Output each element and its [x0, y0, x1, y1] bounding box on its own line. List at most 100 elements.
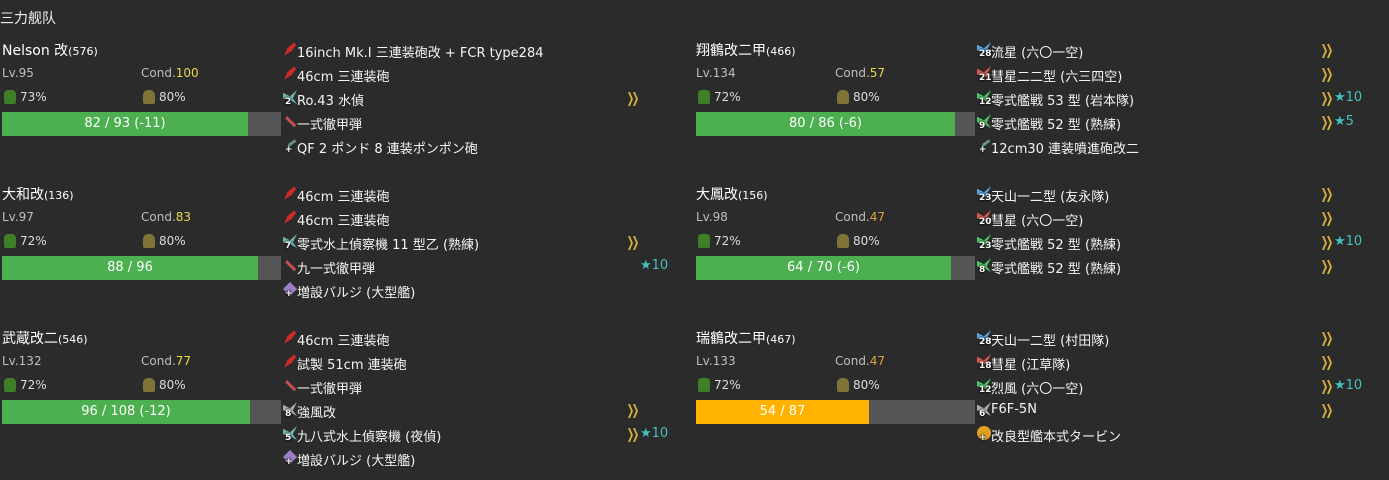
equipment-slot[interactable]: 20 彗星 (六〇一空): [977, 208, 1377, 230]
equipment-name: QF 2 ポンド 8 連装ポンポン砲: [297, 142, 478, 157]
equipment-slot[interactable]: 46cm 三連装砲: [283, 184, 683, 206]
gun-icon: [284, 210, 297, 224]
ship-name[interactable]: 瑞鶴改二甲(467): [696, 328, 796, 348]
equipment-name: 彗星二二型 (六三四空): [991, 70, 1123, 85]
equipment-slot[interactable]: 18 彗星 (江草隊): [977, 352, 1377, 374]
slot-count-badge: 6: [979, 409, 986, 419]
equipment-slot[interactable]: + 増設バルジ (大型艦): [283, 280, 683, 302]
ship-ammo: 80%: [837, 234, 880, 248]
equipment-name: 強風改: [297, 406, 337, 421]
equipment-slot[interactable]: 23 天山一二型 (友永隊): [977, 184, 1377, 206]
condition-value: 100: [175, 66, 199, 80]
equipment-slot[interactable]: + QF 2 ポンド 8 連装ポンポン砲: [283, 136, 683, 158]
equipment-slot[interactable]: 九一式徹甲弾 ★10: [283, 256, 683, 278]
gun-icon: [284, 330, 297, 344]
ammo-value: 80%: [159, 90, 186, 104]
fleet-column-2: 翔鶴改二甲(466) Lv.134 Cond.57 72% 80% 80 / 86 (-6…: [694, 0, 1388, 480]
proficiency-chevron-icon: [1322, 92, 1334, 106]
equipment-slot[interactable]: 一式徹甲弾: [283, 376, 683, 398]
equipment-slot[interactable]: 16inch Mk.I 三連装砲改 + FCR type284: [283, 40, 683, 62]
equipment-name: 天山一二型 (村田隊): [991, 334, 1110, 349]
proficiency-chevron-icon: [1322, 116, 1334, 130]
equipment-slot[interactable]: 23 零式艦戦 52 型 (熟練) ★10: [977, 232, 1377, 254]
equipment-slot[interactable]: 5 九八式水上偵察機 (夜偵) ★10: [283, 424, 683, 446]
equipment-name: 一式徹甲弾: [297, 382, 363, 397]
proficiency-chevron-icon: [1322, 404, 1334, 418]
equipment-name: 増設バルジ (大型艦): [297, 286, 416, 301]
slot-count-badge: 18: [979, 361, 992, 371]
ship-fuel: 72%: [698, 90, 741, 104]
improvement-star: ★10: [640, 258, 669, 273]
equipment-slot[interactable]: 28 流星 (六〇一空): [977, 40, 1377, 62]
gun-icon: [284, 186, 297, 200]
slot-count-badge: +: [979, 145, 987, 155]
equipment-name: 46cm 三連装砲: [297, 190, 390, 205]
equipment-slot[interactable]: 8 強風改: [283, 400, 683, 422]
condition-label: Cond.: [835, 210, 870, 224]
slot-count-badge: 12: [979, 385, 992, 395]
ammo-icon: [837, 378, 849, 392]
equipment-slot[interactable]: 46cm 三連装砲: [283, 328, 683, 350]
proficiency-chevron-icon: [628, 428, 640, 442]
gun-icon: [284, 66, 297, 80]
ship-level: Lv.98: [696, 210, 728, 224]
ship-fuel: 73%: [4, 90, 47, 104]
equipment-name: 彗星 (江草隊): [991, 358, 1071, 373]
improvement-star: ★5: [1334, 114, 1354, 129]
equipment-slot[interactable]: 7 零式水上偵察機 11 型乙 (熟練): [283, 232, 683, 254]
fuel-value: 72%: [714, 90, 741, 104]
equipment-slot[interactable]: 2 Ro.43 水偵: [283, 88, 683, 110]
equipment-name: 流星 (六〇一空): [991, 46, 1084, 61]
fuel-icon: [698, 234, 710, 248]
equipment-slot[interactable]: 12 零式艦戦 53 型 (岩本隊) ★10: [977, 88, 1377, 110]
equipment-name: 零式艦戦 52 型 (熟練): [991, 118, 1122, 133]
shell-icon: [285, 116, 297, 128]
slot-count-badge: 9: [979, 121, 986, 131]
equipment-slot[interactable]: +12cm30 連装噴進砲改二: [977, 136, 1377, 158]
equipment-name: 彗星 (六〇一空): [991, 214, 1084, 229]
shell-icon: [285, 260, 297, 272]
equipment-slot[interactable]: 28 天山一二型 (村田隊): [977, 328, 1377, 350]
equipment-slot[interactable]: 46cm 三連装砲: [283, 64, 683, 86]
ship-fuel: 72%: [4, 378, 47, 392]
ship-condition: Cond.47: [835, 210, 885, 224]
ship-name[interactable]: Nelson 改(576): [2, 40, 98, 60]
equipment-name: 16inch Mk.I 三連装砲改 + FCR type284: [297, 46, 544, 61]
proficiency-chevron-icon: [628, 92, 640, 106]
hp-bar: 96 / 108 (-12): [2, 400, 281, 424]
equipment-slot[interactable]: + 増設バルジ (大型艦): [283, 448, 683, 470]
equipment-slot[interactable]: 試製 51cm 連装砲: [283, 352, 683, 374]
ship-name[interactable]: 翔鶴改二甲(466): [696, 40, 796, 60]
equipment-slot[interactable]: 6 F6F-5N: [977, 400, 1377, 422]
hp-bar: 54 / 87: [696, 400, 975, 424]
ship-fuel: 72%: [698, 378, 741, 392]
condition-value: 47: [869, 210, 886, 224]
ship-fuel: 72%: [698, 234, 741, 248]
ship-name-text: 翔鶴改二甲: [696, 43, 766, 59]
ship-card: 武蔵改二(546) Lv.132 Cond.77 72% 80% 96 / 108 (-1…: [0, 328, 694, 470]
improvement-star: ★10: [1334, 234, 1363, 249]
equipment-slot[interactable]: 9 零式艦戦 52 型 (熟練) ★5: [977, 112, 1377, 134]
ammo-value: 80%: [159, 234, 186, 248]
hp-text: 88 / 96: [107, 260, 153, 275]
ship-name[interactable]: 大鳳改(156): [696, 184, 768, 204]
proficiency-chevron-icon: [1322, 44, 1334, 58]
ship-level: Lv.95: [2, 66, 34, 80]
ship-name[interactable]: 大和改(136): [2, 184, 74, 204]
fuel-value: 72%: [20, 234, 47, 248]
equipment-slot[interactable]: 12 烈風 (六〇一空) ★10: [977, 376, 1377, 398]
ship-condition: Cond.83: [141, 210, 191, 224]
condition-label: Cond.: [141, 354, 176, 368]
equipment-slot[interactable]: 46cm 三連装砲: [283, 208, 683, 230]
ship-name[interactable]: 武蔵改二(546): [2, 328, 88, 348]
equipment-name: 九八式水上偵察機 (夜偵): [297, 430, 442, 445]
improvement-star: ★10: [1334, 90, 1363, 105]
equipment-slot[interactable]: 一式徹甲弾: [283, 112, 683, 134]
equipment-slot[interactable]: 21 彗星二二型 (六三四空): [977, 64, 1377, 86]
proficiency-chevron-icon: [628, 236, 640, 250]
equipment-name: 零式艦戦 53 型 (岩本隊): [991, 94, 1135, 109]
slot-count-badge: 2: [285, 97, 292, 107]
proficiency-chevron-icon: [1322, 236, 1334, 250]
equipment-slot[interactable]: 8 零式艦戦 52 型 (熟練): [977, 256, 1377, 278]
equipment-slot[interactable]: + 改良型艦本式タービン: [977, 424, 1377, 446]
